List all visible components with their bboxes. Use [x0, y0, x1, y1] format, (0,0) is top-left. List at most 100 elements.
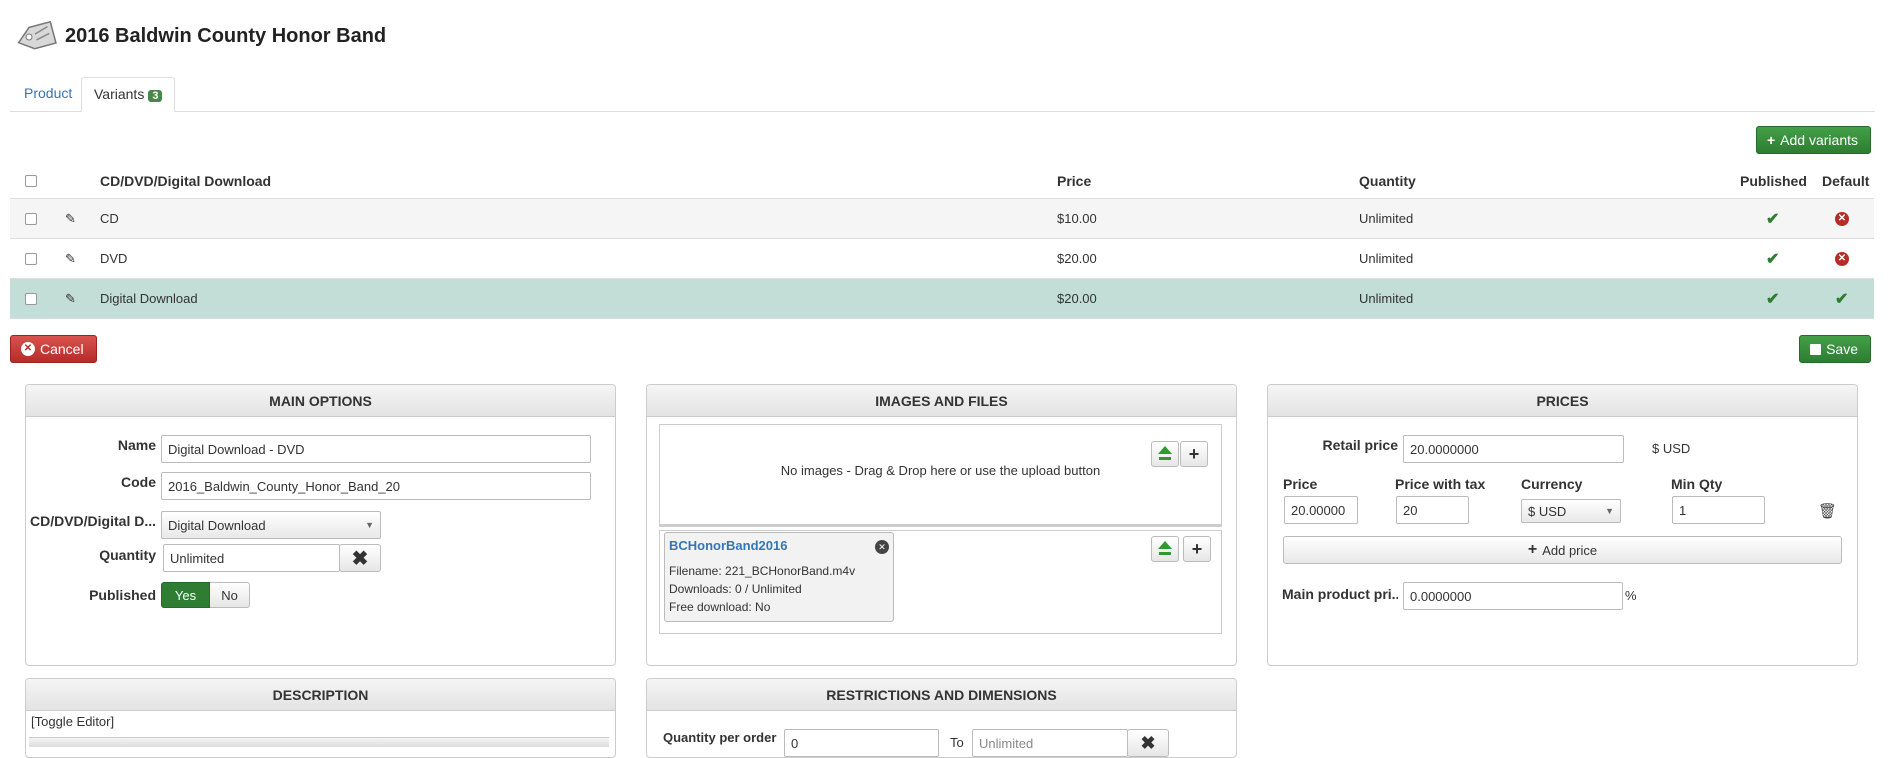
- table-row[interactable]: ✎ DVD $20.00 Unlimited ✔ ✕: [10, 239, 1874, 279]
- file-downloads: Downloads: 0 / Unlimited: [669, 582, 802, 596]
- col-published: Published: [1740, 172, 1807, 189]
- code-input[interactable]: 2016_Baldwin_County_Honor_Band_20: [161, 472, 591, 500]
- add-variants-button[interactable]: + Add variants: [1755, 126, 1871, 154]
- col-quantity: Quantity: [1359, 172, 1416, 189]
- not-default-icon[interactable]: ✕: [1835, 251, 1849, 266]
- dropzone-text: No images - Drag & Drop here or use the …: [780, 463, 1101, 478]
- main-product-price-input[interactable]: 0.0000000: [1403, 582, 1623, 610]
- tabs-divider: [10, 111, 1875, 112]
- table-row[interactable]: ✎ CD $10.00 Unlimited ✔ ✕: [10, 199, 1874, 239]
- row-checkbox[interactable]: [25, 212, 37, 225]
- name-label: Name: [117, 437, 156, 453]
- tab-product[interactable]: Product: [12, 77, 84, 112]
- cancel-button[interactable]: ✕ Cancel: [10, 335, 97, 363]
- code-label: Code: [121, 474, 156, 490]
- upload-file-button[interactable]: [1151, 536, 1179, 562]
- quantity-to-input[interactable]: Unlimited: [972, 729, 1128, 757]
- min-qty-input[interactable]: 1: [1672, 496, 1765, 524]
- published-toggle: Yes No: [161, 582, 250, 608]
- close-icon: ✖: [351, 547, 369, 570]
- price-input[interactable]: 20.00000: [1284, 496, 1358, 524]
- dropdown-caret-icon: ▼: [365, 520, 374, 530]
- currency-select-value: $ USD: [1528, 503, 1567, 519]
- file-title-link[interactable]: BCHonorBand2016: [669, 538, 787, 553]
- add-price-label: Add price: [1542, 542, 1598, 558]
- tab-variants[interactable]: Variants 3: [81, 77, 176, 112]
- trash-icon[interactable]: 🗑: [1818, 502, 1837, 520]
- plus-icon: +: [1191, 538, 1203, 559]
- floppy-disk-icon: [1810, 343, 1822, 355]
- retail-price-input[interactable]: 20.0000000: [1403, 435, 1624, 463]
- quantity-per-order-label: Quantity per order: [663, 730, 777, 745]
- min-qty-label: Min Qty: [1671, 476, 1723, 492]
- quantity-input[interactable]: Unlimited: [163, 544, 340, 572]
- published-check-icon[interactable]: ✔: [1766, 289, 1779, 309]
- quantity-label: Quantity: [99, 547, 156, 563]
- toggle-editor-link[interactable]: [Toggle Editor]: [31, 714, 114, 729]
- save-button[interactable]: Save: [1799, 335, 1871, 363]
- file-free-download: Free download: No: [669, 600, 771, 614]
- published-check-icon[interactable]: ✔: [1766, 209, 1779, 229]
- row-quantity: Unlimited: [1359, 211, 1414, 226]
- row-quantity: Unlimited: [1359, 251, 1414, 266]
- quantity-from-input[interactable]: 0: [784, 729, 939, 757]
- variant-select[interactable]: Digital Download ▼: [161, 511, 381, 539]
- upload-icon: [1158, 541, 1172, 555]
- cancel-label: Cancel: [40, 341, 84, 357]
- prices-panel: PRICES: [1267, 384, 1858, 666]
- pencil-icon[interactable]: ✎: [65, 199, 76, 238]
- editor-toolbar[interactable]: [29, 737, 609, 747]
- add-price-button[interactable]: + Add price: [1283, 536, 1842, 564]
- default-check-icon[interactable]: ✔: [1835, 289, 1848, 309]
- upload-icon: [1158, 446, 1172, 460]
- price-with-tax-label: Price with tax: [1395, 476, 1486, 492]
- add-variants-label: Add variants: [1780, 132, 1858, 148]
- published-check-icon[interactable]: ✔: [1766, 249, 1779, 269]
- published-no-button[interactable]: No: [210, 582, 250, 608]
- percent-sign: %: [1625, 588, 1637, 603]
- images-files-title: IMAGES AND FILES: [647, 385, 1236, 417]
- pencil-icon[interactable]: ✎: [65, 239, 76, 278]
- add-image-button[interactable]: +: [1180, 441, 1208, 467]
- row-checkbox[interactable]: [25, 292, 37, 305]
- upload-image-button[interactable]: [1151, 441, 1179, 467]
- tab-product-label: Product: [24, 85, 73, 101]
- row-name[interactable]: CD: [100, 199, 119, 238]
- select-all-checkbox[interactable]: [25, 174, 37, 187]
- table-row[interactable]: ✎ Digital Download $20.00 Unlimited ✔ ✔: [10, 279, 1874, 319]
- row-price: $20.00: [1057, 291, 1097, 306]
- row-name[interactable]: Digital Download: [100, 279, 198, 318]
- row-name[interactable]: DVD: [100, 239, 127, 278]
- col-price: Price: [1057, 172, 1092, 189]
- retail-currency: $ USD: [1652, 441, 1691, 456]
- col-name: CD/DVD/Digital Download: [100, 172, 272, 189]
- page-title: 2016 Baldwin County Honor Band: [65, 25, 387, 47]
- row-checkbox[interactable]: [25, 252, 37, 265]
- currency-label: Currency: [1521, 476, 1583, 492]
- col-default: Default: [1822, 172, 1870, 189]
- remove-file-icon[interactable]: ✕: [875, 540, 889, 554]
- variants-count-badge: 3: [148, 90, 163, 102]
- to-label: To: [950, 735, 964, 750]
- prices-title: PRICES: [1268, 385, 1857, 417]
- published-yes-button[interactable]: Yes: [161, 582, 210, 608]
- tab-variants-label: Variants: [94, 86, 145, 102]
- plus-icon: +: [1527, 541, 1538, 558]
- row-quantity: Unlimited: [1359, 291, 1414, 306]
- cancel-circle-icon: ✕: [21, 342, 35, 356]
- price-with-tax-input[interactable]: 20: [1396, 496, 1469, 524]
- price-label: Price: [1283, 476, 1318, 492]
- clear-quantity-to-button[interactable]: ✖: [1127, 729, 1169, 757]
- variant-select-value: Digital Download: [168, 517, 266, 533]
- name-input[interactable]: Digital Download - DVD: [161, 435, 591, 463]
- pencil-icon[interactable]: ✎: [65, 279, 76, 318]
- clear-quantity-button[interactable]: ✖: [339, 544, 381, 572]
- file-filename: Filename: 221_BCHonorBand.m4v: [669, 564, 856, 578]
- table-header: CD/DVD/Digital Download Price Quantity P…: [10, 163, 1874, 199]
- not-default-icon[interactable]: ✕: [1835, 211, 1849, 226]
- description-title: DESCRIPTION: [26, 679, 615, 711]
- restrictions-title: RESTRICTIONS AND DIMENSIONS: [647, 679, 1236, 711]
- retail-price-label: Retail price: [1322, 437, 1398, 453]
- currency-select[interactable]: $ USD ▼: [1521, 499, 1621, 523]
- add-file-button[interactable]: +: [1183, 536, 1211, 562]
